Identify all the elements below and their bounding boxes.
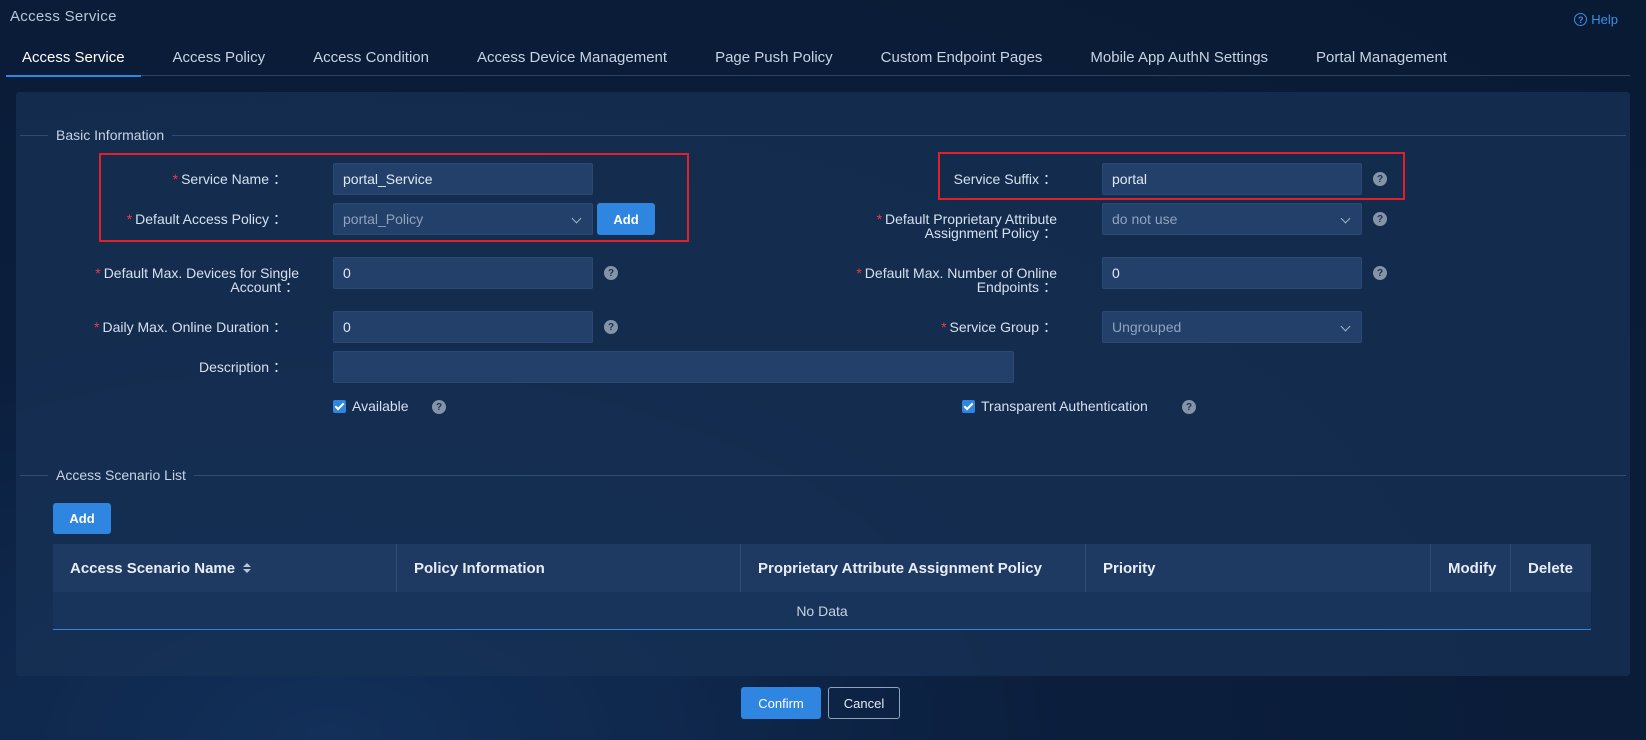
required-mark: * [876,211,883,227]
required-mark: * [856,265,862,281]
tab-custom-endpoint-pages[interactable]: Custom Endpoint Pages [881,40,1043,76]
scenario-section-header: Access Scenario List [20,465,1626,485]
service-group-label: * Service Group： [941,319,1057,335]
chevron-down-icon [571,213,582,224]
tab-access-condition[interactable]: Access Condition [313,40,429,76]
available-checkbox[interactable]: Available [333,398,409,414]
required-mark: * [172,171,179,187]
service-name-input[interactable]: portal_Service [333,163,593,195]
service-suffix-label: Service Suffix： [953,171,1057,187]
question-mark-icon[interactable]: ? [1373,172,1387,186]
help-icon: ? [1574,13,1588,26]
empty-row: No Data [53,592,1591,630]
divider [172,134,1626,136]
add-scenario-button[interactable]: Add [53,503,111,534]
checkbox-checked-icon[interactable] [333,399,346,413]
transparent-auth-label: Transparent Authentication [981,398,1148,414]
default-access-policy-select[interactable]: portal_Policy [333,203,593,235]
tab-mobile-app-authn-settings[interactable]: Mobile App AuthN Settings [1090,40,1268,76]
column-header-policy-info: Policy Information [397,544,741,592]
column-header-scenario-name[interactable]: Access Scenario Name [53,544,397,592]
proprietary-policy-value: do not use [1112,211,1178,227]
divider [193,474,1626,476]
tab-access-service[interactable]: Access Service [6,40,141,77]
description-label: Description： [198,359,287,375]
tab-page-push-policy[interactable]: Page Push Policy [715,40,833,76]
column-header-delete: Delete [1528,559,1574,577]
daily-max-duration-input[interactable]: 0 [333,311,593,343]
confirm-button[interactable]: Confirm [741,687,821,719]
required-mark: * [126,211,133,227]
help-label: Help [1591,12,1618,27]
checkbox-checked-icon[interactable] [962,399,975,413]
divider [20,474,48,476]
chevron-down-icon [1340,213,1351,224]
tab-portal-management[interactable]: Portal Management [1316,40,1447,76]
default-access-policy-value: portal_Policy [343,211,424,227]
question-mark-icon[interactable]: ? [604,320,618,334]
service-name-label: * Service Name： [172,171,287,187]
service-suffix-input[interactable]: portal [1102,163,1362,195]
service-group-value: Ungrouped [1112,319,1182,335]
scenario-title: Access Scenario List [56,467,186,483]
basic-info-title: Basic Information [56,127,165,143]
proprietary-policy-label: * Default Proprietary Attribute Assignment… [876,211,1057,241]
help-link[interactable]: ? Help [1574,12,1618,27]
chevron-down-icon [1340,321,1351,332]
available-label: Available [352,398,409,414]
max-online-label: * Default Max. Number of Online Endpoints： [856,265,1057,295]
default-access-policy-label: * Default Access Policy： [126,211,287,227]
required-mark: * [941,319,947,335]
scenario-table: Access Scenario Name Policy Information … [53,544,1591,630]
max-devices-label: * Default Max. Devices for Single Account： [95,265,299,295]
question-mark-icon[interactable]: ? [1182,400,1196,414]
service-group-select[interactable]: Ungrouped [1102,311,1362,343]
page-title: Access Service [10,8,117,25]
question-mark-icon[interactable]: ? [1373,212,1387,226]
required-mark: * [95,265,101,281]
sort-icon[interactable] [243,563,252,573]
max-devices-input[interactable]: 0 [333,257,593,289]
question-mark-icon[interactable]: ? [432,400,446,414]
cancel-button[interactable]: Cancel [828,687,900,719]
column-header-modify: Modify [1431,544,1511,592]
max-online-input[interactable]: 0 [1102,257,1362,289]
tab-access-policy[interactable]: Access Policy [173,40,266,76]
proprietary-policy-select[interactable]: do not use [1102,203,1362,235]
add-access-policy-button[interactable]: Add [597,203,655,235]
tab-bar: Access Service Access Policy Access Cond… [6,40,1630,77]
divider [20,134,48,136]
tab-access-device-management[interactable]: Access Device Management [477,40,667,76]
required-mark: * [94,319,100,335]
daily-max-duration-label: * Daily Max. Online Duration： [94,319,287,335]
question-mark-icon[interactable]: ? [1373,266,1387,280]
column-header-priority: Priority [1086,544,1431,592]
transparent-auth-checkbox[interactable]: Transparent Authentication [962,398,1148,414]
description-input[interactable] [333,351,1014,383]
table-header: Access Scenario Name Policy Information … [53,544,1591,592]
basic-info-section-header: Basic Information [20,125,1626,145]
column-header-proprietary-policy: Proprietary Attribute Assignment Policy [741,544,1086,592]
question-mark-icon[interactable]: ? [604,266,618,280]
